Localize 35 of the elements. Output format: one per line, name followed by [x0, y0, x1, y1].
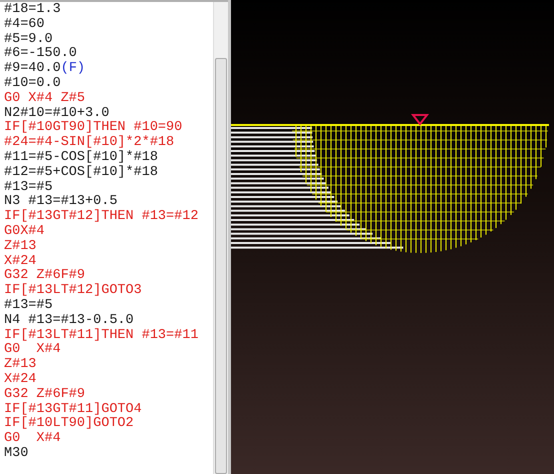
code-line: G32 Z#6F#9	[4, 269, 86, 284]
code-line: X#24	[4, 254, 36, 269]
code-line: Z#13	[4, 240, 36, 255]
code-line: G0 X#4	[4, 343, 61, 358]
code-line: N3 #13=#13+0.5	[4, 195, 118, 210]
scrollbar-thumb[interactable]	[215, 58, 227, 474]
code-line: N2#10=#10+3.0	[4, 106, 110, 121]
code-line: G0 X#4	[4, 432, 61, 447]
code-line: IF[#13GT#12]THEN #13=#12	[4, 210, 198, 225]
code-line: X#24	[4, 372, 36, 388]
code-line: #5=9.0	[4, 32, 53, 47]
code-line: G0X#4	[4, 224, 45, 240]
code-line: IF[#13LT#11]THEN #13=#11	[4, 328, 198, 343]
tool-marker-icon	[410, 114, 430, 126]
scrollbar[interactable]	[213, 2, 228, 474]
code-line: #4=60	[4, 18, 45, 33]
code-line: #12=#5+COS[#10]*#18	[4, 166, 158, 181]
code-line: M30	[4, 446, 28, 462]
code-line: IF[#13GT#11]GOTO4	[4, 402, 142, 417]
code-line: #10=0.0	[4, 76, 61, 92]
code-line: G0 X#4 Z#5	[4, 92, 86, 107]
code-line: #18=1.3	[4, 3, 61, 18]
code-line: Z#13	[4, 358, 36, 373]
code-line: G32 Z#6F#9	[4, 388, 86, 402]
code-line: #11=#5-COS[#10]*#18	[4, 150, 158, 165]
code-line: IF[#13LT#12]GOTO3	[4, 284, 142, 299]
code-line: #9=40.0(F)	[4, 62, 86, 77]
code-line: #13=#5	[4, 180, 53, 195]
code-editor[interactable]	[0, 0, 228, 474]
code-line: N4 #13=#13-0.5.0	[4, 314, 134, 328]
code-line: IF[#10GT90]THEN #10=90	[4, 121, 182, 136]
code-line: #24=#4-SIN[#10]*2*#18	[4, 136, 174, 150]
code-line: IF[#10LT90]GOTO2	[4, 417, 134, 432]
code-line: #6=-150.0	[4, 47, 77, 62]
code-line: #13=#5	[4, 298, 53, 314]
